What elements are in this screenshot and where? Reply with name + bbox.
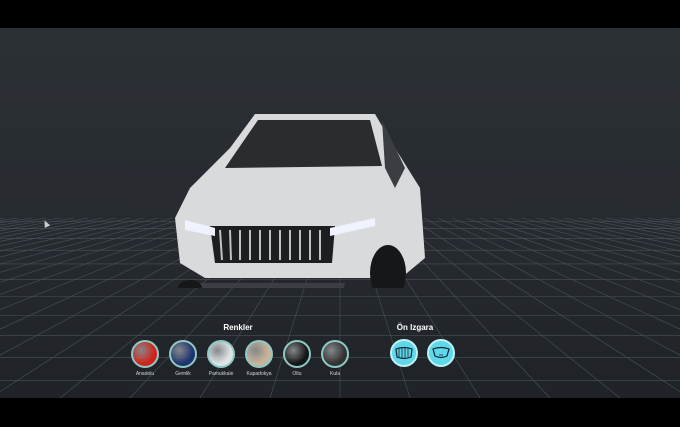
grid-line: [0, 217, 75, 231]
grid-line: [423, 217, 680, 356]
color-swatch-label: Anadolu: [135, 371, 155, 377]
color-swatch-gemlik[interactable]: [169, 340, 197, 368]
grid-line: [563, 217, 680, 242]
grid-line: [409, 217, 680, 392]
color-swatch-anadolu[interactable]: [131, 340, 159, 368]
color-swatch-oltu[interactable]: [283, 340, 311, 368]
grid-line: [0, 217, 61, 228]
grid-line: [605, 217, 680, 231]
color-swatch-label: Pamukkale: [208, 371, 234, 377]
grid-line: [633, 217, 680, 226]
3d-viewport[interactable]: Renkler Ön Izgara Anadolu Gemlik Pamukkale…: [0, 28, 680, 398]
colors-title: Renkler: [223, 323, 253, 332]
color-swatch-label: Kapadokya: [246, 371, 272, 377]
color-swatch-label: Kula: [329, 371, 340, 377]
grid-line: [493, 217, 680, 273]
grid-line: [0, 217, 89, 235]
color-swatch-kapadokya[interactable]: [245, 340, 273, 368]
grille-pattern-icon: [395, 346, 413, 360]
grid-line: [549, 217, 680, 247]
grid-line: [591, 217, 680, 235]
grid-line: [521, 217, 680, 258]
grille-plain-icon: [432, 346, 450, 359]
color-swatch-label: Oltu: [292, 371, 302, 377]
grid-line: [0, 217, 47, 226]
grid-line: [451, 217, 680, 310]
grid-line: [0, 217, 131, 247]
color-swatch-kula[interactable]: [321, 340, 349, 368]
grid-line: [479, 217, 680, 283]
grid-line: [577, 217, 680, 238]
grille-option-pattern[interactable]: [390, 339, 418, 367]
grille-title: Ön Izgara: [396, 323, 434, 332]
color-swatch-pamukkale[interactable]: [207, 340, 235, 368]
grid-line: [619, 217, 680, 228]
car-model[interactable]: [170, 108, 430, 288]
grille-option-plain[interactable]: [427, 339, 455, 367]
grid-line: [0, 217, 117, 242]
grid-line: [0, 217, 103, 238]
color-swatch-label: Gemlik: [175, 371, 191, 377]
